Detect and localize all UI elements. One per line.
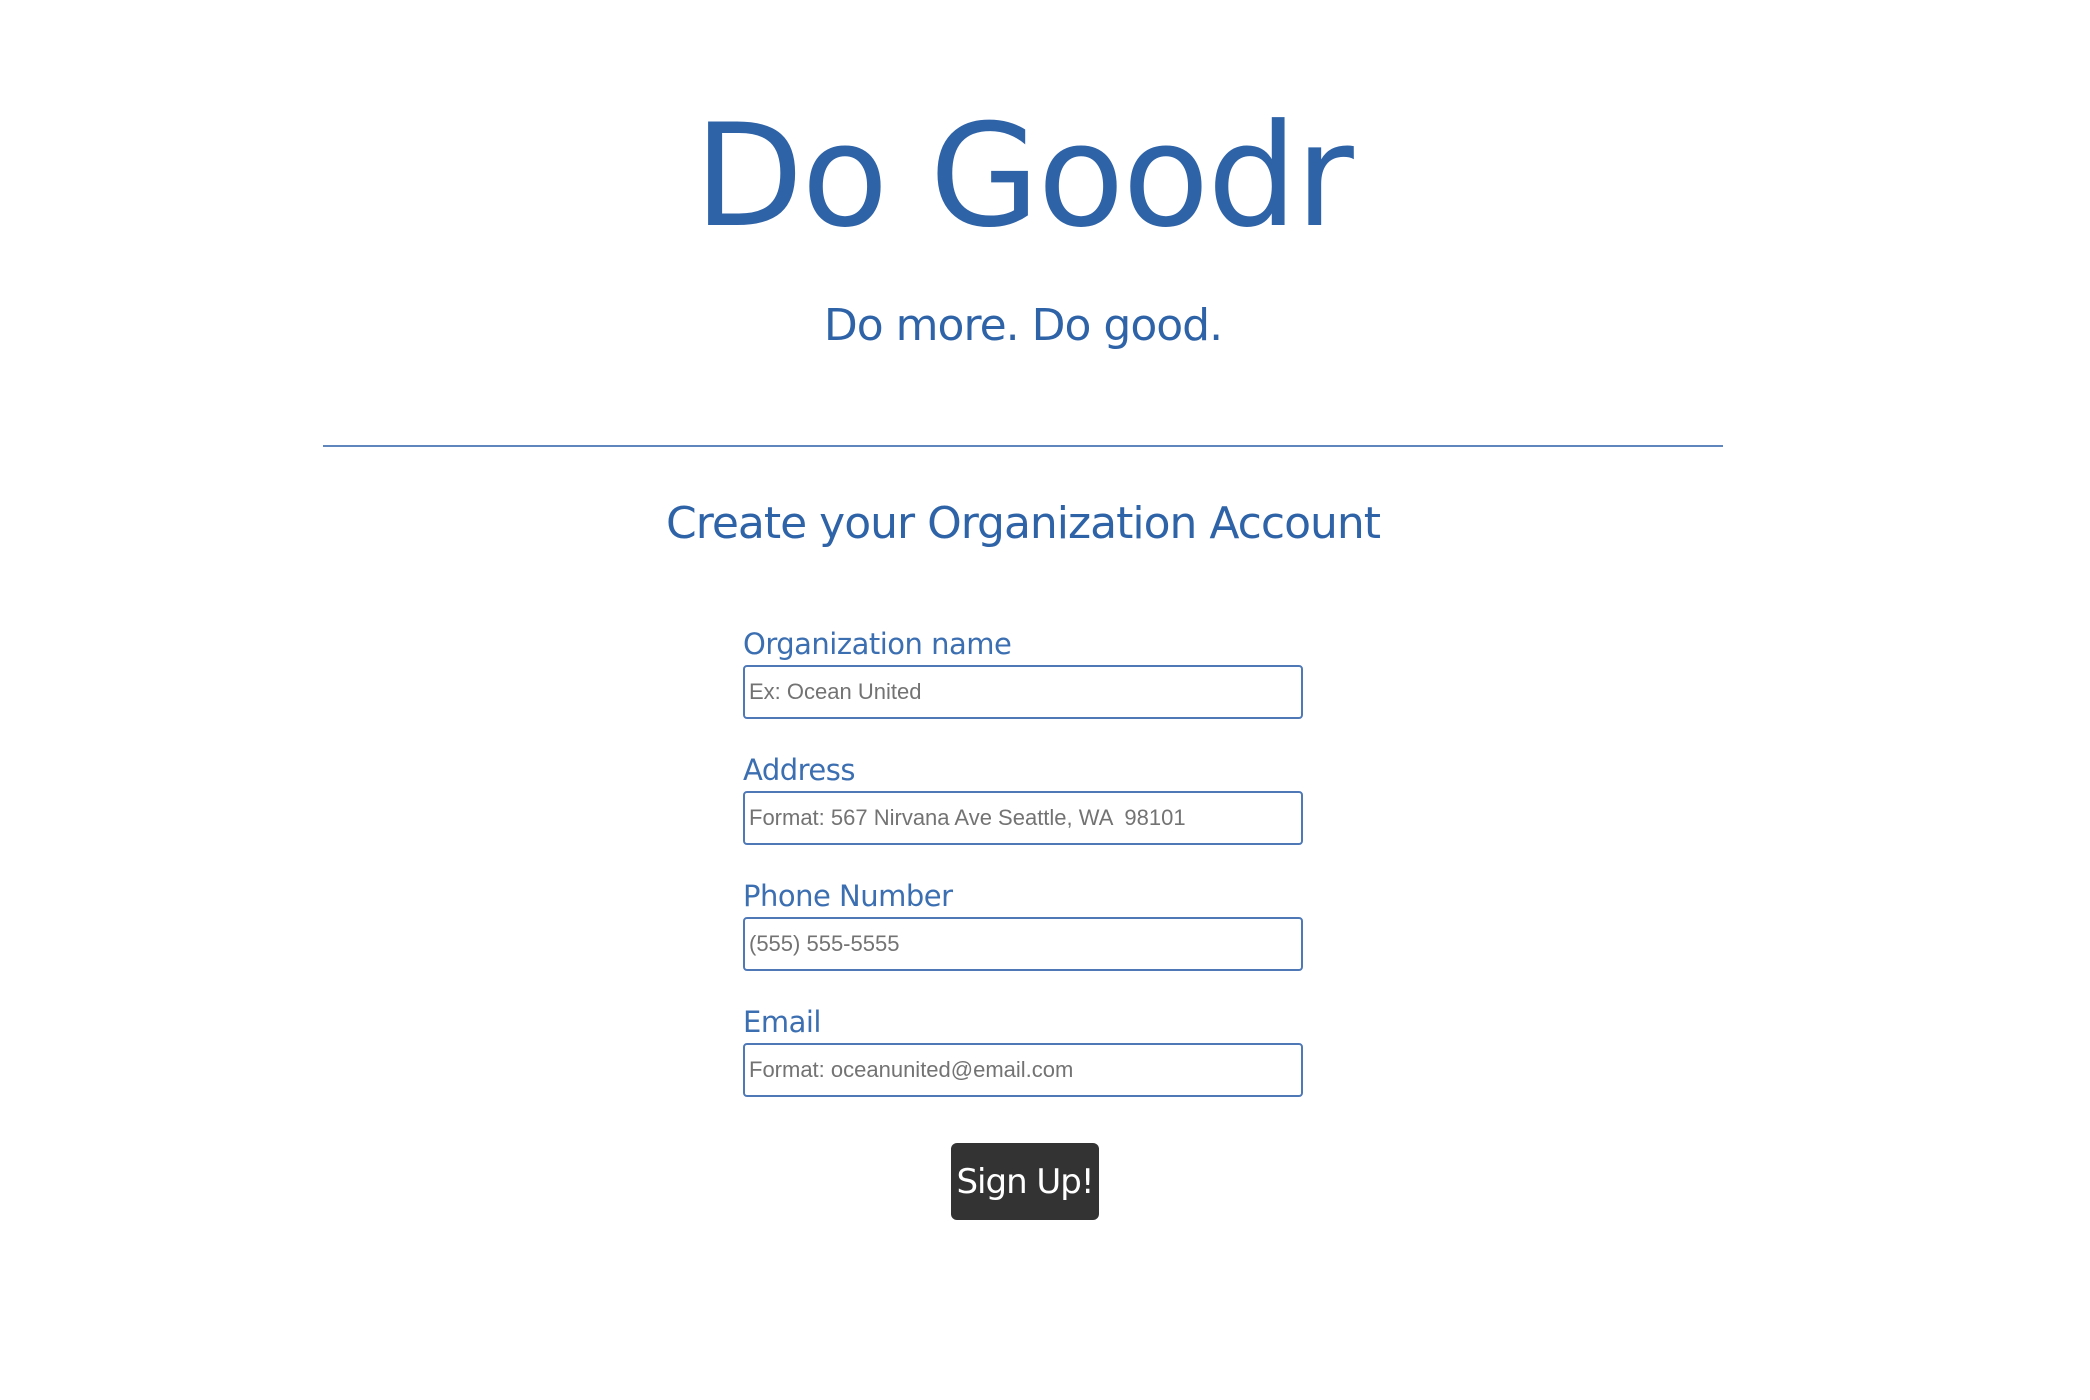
phone-number-input[interactable]: [743, 917, 1303, 971]
header-divider: [323, 445, 1723, 447]
address-input[interactable]: [743, 791, 1303, 845]
organization-name-input[interactable]: [743, 665, 1303, 719]
sign-up-button[interactable]: Sign Up!: [951, 1143, 1099, 1220]
form-title: Create your Organization Account: [665, 498, 1381, 549]
email-input[interactable]: [743, 1043, 1303, 1097]
organization-name-label: Organization name: [743, 627, 1012, 661]
email-label: Email: [743, 1005, 821, 1039]
app-title: Do Goodr: [694, 94, 1354, 259]
address-label: Address: [743, 753, 856, 787]
phone-number-label: Phone Number: [743, 879, 953, 913]
tagline: Do more. Do good.: [823, 300, 1223, 351]
